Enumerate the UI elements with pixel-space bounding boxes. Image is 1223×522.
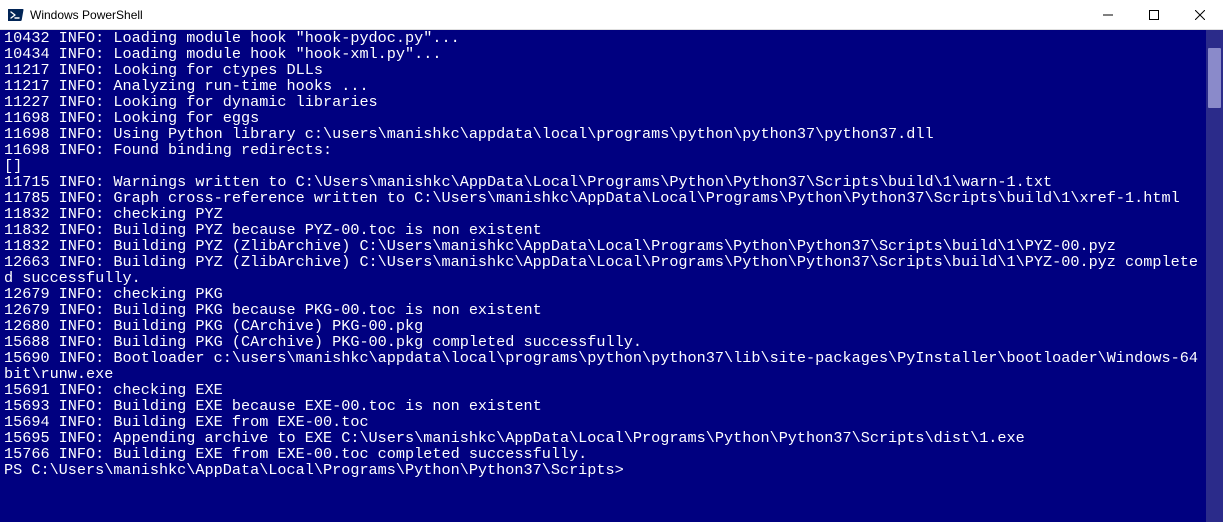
maximize-button[interactable]: [1131, 0, 1177, 29]
minimize-button[interactable]: [1085, 0, 1131, 29]
titlebar: Windows PowerShell: [0, 0, 1223, 30]
powershell-icon: [8, 7, 24, 23]
scrollbar-thumb[interactable]: [1208, 48, 1221, 108]
close-button[interactable]: [1177, 0, 1223, 29]
terminal-output[interactable]: 10432 INFO: Loading module hook "hook-py…: [0, 30, 1206, 522]
window-controls: [1085, 0, 1223, 29]
terminal-area: 10432 INFO: Loading module hook "hook-py…: [0, 30, 1223, 522]
window-title: Windows PowerShell: [30, 8, 143, 22]
titlebar-left: Windows PowerShell: [0, 7, 1085, 23]
scrollbar[interactable]: [1206, 30, 1223, 522]
